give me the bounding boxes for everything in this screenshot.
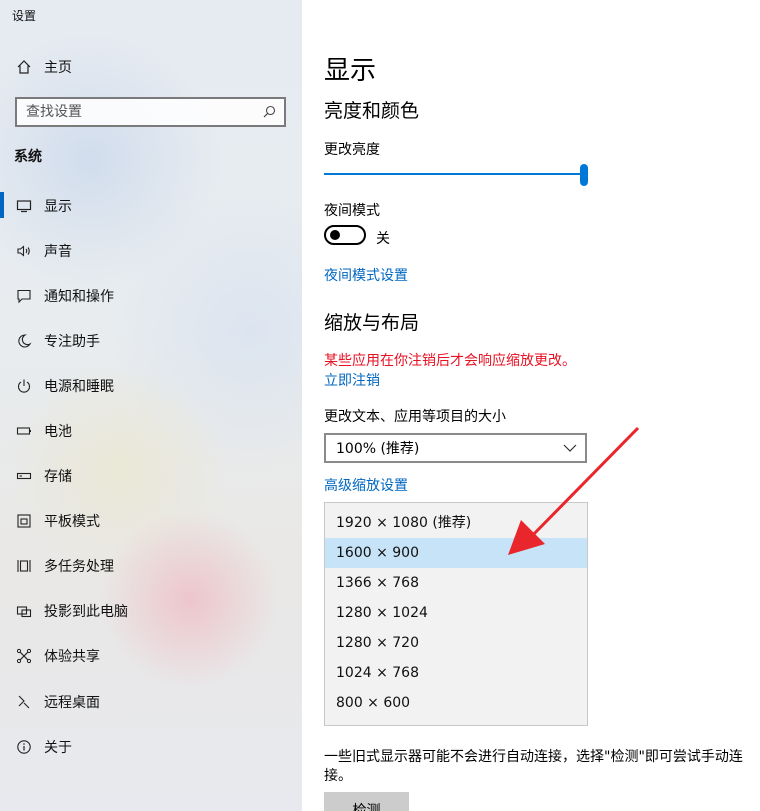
- sidebar-item-remote-desktop[interactable]: 远程桌面: [0, 679, 302, 724]
- sidebar-item-label: 存储: [44, 469, 72, 486]
- sidebar-section-title: 系统: [14, 149, 42, 165]
- sidebar-item-label: 专注助手: [44, 333, 100, 350]
- power-icon: [14, 376, 34, 396]
- resolution-option[interactable]: 800 × 600: [325, 688, 587, 718]
- slider-track[interactable]: [324, 173, 582, 175]
- window-title: 设置: [12, 9, 37, 23]
- sidebar: 设置 主页 系统 显示 声音 通知和操作: [0, 0, 302, 811]
- resolution-option[interactable]: 1024 × 768: [325, 658, 587, 688]
- home-icon: [14, 57, 34, 77]
- chevron-down-icon: [563, 440, 577, 456]
- sidebar-item-label: 主页: [44, 60, 72, 76]
- sidebar-item-notifications[interactable]: 通知和操作: [0, 273, 302, 318]
- scale-layout-heading: 缩放与布局: [324, 312, 420, 334]
- brightness-label: 更改亮度: [324, 142, 380, 158]
- tablet-icon: [14, 511, 34, 531]
- night-light-label: 夜间模式: [324, 203, 380, 219]
- battery-icon: [14, 421, 34, 441]
- sign-out-link[interactable]: 立即注销: [324, 370, 380, 390]
- sidebar-item-shared-experiences[interactable]: 体验共享: [0, 634, 302, 679]
- resolution-option[interactable]: 1280 × 1024: [325, 598, 587, 628]
- sidebar-item-display[interactable]: 显示: [0, 183, 302, 228]
- sidebar-item-project[interactable]: 投影到此电脑: [0, 589, 302, 634]
- search-field[interactable]: [15, 97, 286, 127]
- sidebar-item-storage[interactable]: 存储: [0, 454, 302, 499]
- search-icon[interactable]: [263, 103, 276, 122]
- sidebar-item-multitasking[interactable]: 多任务处理: [0, 544, 302, 589]
- storage-icon: [14, 466, 34, 486]
- resolution-option-selected[interactable]: 1600 × 900: [325, 538, 587, 568]
- notification-icon: [14, 286, 34, 306]
- slider-thumb[interactable]: [580, 164, 588, 186]
- sidebar-item-label: 通知和操作: [44, 288, 114, 305]
- sidebar-item-home[interactable]: 主页: [0, 54, 302, 80]
- multitask-icon: [14, 556, 34, 576]
- night-light-state: 关: [376, 231, 390, 247]
- night-light-settings-link[interactable]: 夜间模式设置: [324, 265, 408, 285]
- resolution-option[interactable]: 1366 × 768: [325, 568, 587, 598]
- sidebar-item-battery[interactable]: 电池: [0, 408, 302, 453]
- page-title: 显示: [324, 56, 377, 86]
- sidebar-nav: 显示 声音 通知和操作 专注助手 电源和睡眠 电池 存储 平板模式 多任务处理 …: [0, 183, 302, 769]
- remote-desktop-icon: [14, 692, 34, 712]
- sidebar-item-label: 声音: [44, 243, 72, 260]
- scale-dropdown[interactable]: 100% (推荐): [324, 433, 587, 463]
- brightness-slider[interactable]: [324, 164, 588, 186]
- sidebar-item-label: 多任务处理: [44, 559, 114, 576]
- resolution-option[interactable]: 1920 × 1080 (推荐): [325, 508, 587, 538]
- sidebar-item-label: 体验共享: [44, 649, 100, 666]
- scale-dropdown-value: 100% (推荐): [336, 441, 420, 457]
- search-input[interactable]: [26, 104, 246, 120]
- sidebar-item-focus-assist[interactable]: 专注助手: [0, 318, 302, 363]
- monitor-icon: [14, 196, 34, 216]
- speaker-icon: [14, 241, 34, 261]
- sidebar-item-label: 关于: [44, 739, 72, 756]
- sidebar-item-label: 投影到此电脑: [44, 604, 128, 621]
- advanced-scaling-link[interactable]: 高级缩放设置: [324, 475, 408, 495]
- sidebar-item-label: 显示: [44, 198, 72, 215]
- sidebar-item-power-sleep[interactable]: 电源和睡眠: [0, 363, 302, 408]
- sidebar-item-tablet-mode[interactable]: 平板模式: [0, 499, 302, 544]
- sidebar-item-label: 电池: [44, 424, 72, 441]
- sidebar-item-label: 远程桌面: [44, 694, 100, 711]
- detect-description: 一些旧式显示器可能不会进行自动连接，选择"检测"即可尝试手动连接。: [324, 749, 743, 784]
- resolution-option[interactable]: 1280 × 720: [325, 628, 587, 658]
- toggle-knob: [330, 230, 340, 240]
- sidebar-item-sound[interactable]: 声音: [0, 228, 302, 273]
- sidebar-item-label: 电源和睡眠: [44, 378, 114, 395]
- scale-label: 更改文本、应用等项目的大小: [324, 409, 506, 425]
- info-icon: [14, 737, 34, 757]
- sidebar-item-about[interactable]: 关于: [0, 724, 302, 769]
- resolution-dropdown-list[interactable]: 1920 × 1080 (推荐) 1600 × 900 1366 × 768 1…: [324, 502, 588, 726]
- brightness-heading: 亮度和颜色: [324, 100, 420, 122]
- sidebar-item-label: 平板模式: [44, 514, 100, 531]
- project-icon: [14, 601, 34, 621]
- moon-icon: [14, 331, 34, 351]
- detect-button[interactable]: 检测: [324, 792, 409, 811]
- main-content: 显示 亮度和颜色 更改亮度 夜间模式 关 夜间模式设置 缩放与布局 某些应用在你…: [302, 0, 760, 811]
- night-light-toggle[interactable]: [324, 225, 366, 245]
- share-icon: [14, 646, 34, 666]
- scale-warning-text: 某些应用在你注销后才会响应缩放更改。: [324, 353, 576, 369]
